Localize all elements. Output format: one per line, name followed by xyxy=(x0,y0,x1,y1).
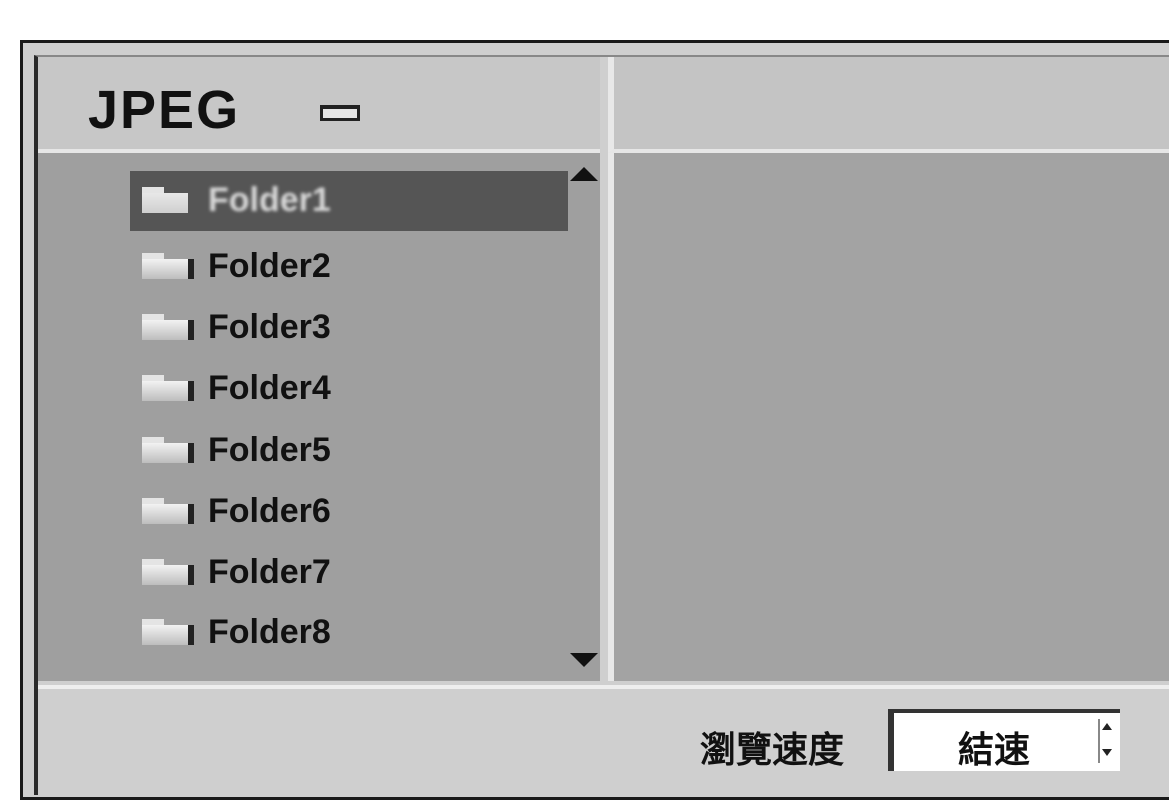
list-item[interactable]: Folder5 xyxy=(130,421,568,481)
folder-icon xyxy=(142,375,194,401)
folder-icon xyxy=(142,253,194,279)
list-item-label: Folder7 xyxy=(208,553,331,591)
list-item-label: Folder2 xyxy=(208,247,331,285)
list-item-label: Folder8 xyxy=(208,613,331,651)
page-title: JPEG xyxy=(88,80,241,140)
list-item-label: Folder3 xyxy=(208,308,331,346)
footer-bar: 瀏覽速度 結速 xyxy=(38,685,1169,789)
list-item-label: Folder5 xyxy=(208,431,331,469)
folder-icon xyxy=(142,498,194,524)
list-item[interactable]: Folder6 xyxy=(130,482,568,542)
spinner-icon[interactable] xyxy=(1098,719,1114,763)
list-item[interactable]: Folder4 xyxy=(130,359,568,419)
list-item[interactable]: Folder7 xyxy=(130,543,568,603)
folder-icon xyxy=(142,187,194,213)
list-item-label: Folder1 xyxy=(208,181,331,219)
browse-speed-label: 瀏覽速度 xyxy=(700,729,845,770)
scroll-down-arrow-icon[interactable] xyxy=(570,653,598,667)
scroll-up-arrow-icon[interactable] xyxy=(570,167,598,181)
list-item-label: Folder6 xyxy=(208,492,331,530)
browse-speed-value: 結速 xyxy=(958,729,1031,770)
list-item[interactable]: Folder8 xyxy=(130,603,568,663)
list-item-label: Folder4 xyxy=(208,369,331,407)
folder-icon xyxy=(142,314,194,340)
browse-speed-select[interactable]: 結速 xyxy=(888,709,1120,771)
folder-icon xyxy=(320,105,360,121)
list-item[interactable]: Folder1 xyxy=(130,171,568,231)
list-item[interactable]: Folder2 xyxy=(130,237,568,297)
chevron-up-icon[interactable] xyxy=(1102,723,1112,730)
chevron-down-icon[interactable] xyxy=(1102,749,1112,756)
list-item[interactable]: Folder3 xyxy=(130,298,568,358)
folder-list: Folder1 Folder2 Folder3 Folder4 Folder5 … xyxy=(38,153,600,681)
preview-header xyxy=(608,57,1169,153)
folder-icon xyxy=(142,559,194,585)
folder-icon xyxy=(142,619,194,645)
folder-icon xyxy=(142,437,194,463)
header-bar: JPEG xyxy=(38,57,600,153)
preview-pane xyxy=(608,153,1169,681)
